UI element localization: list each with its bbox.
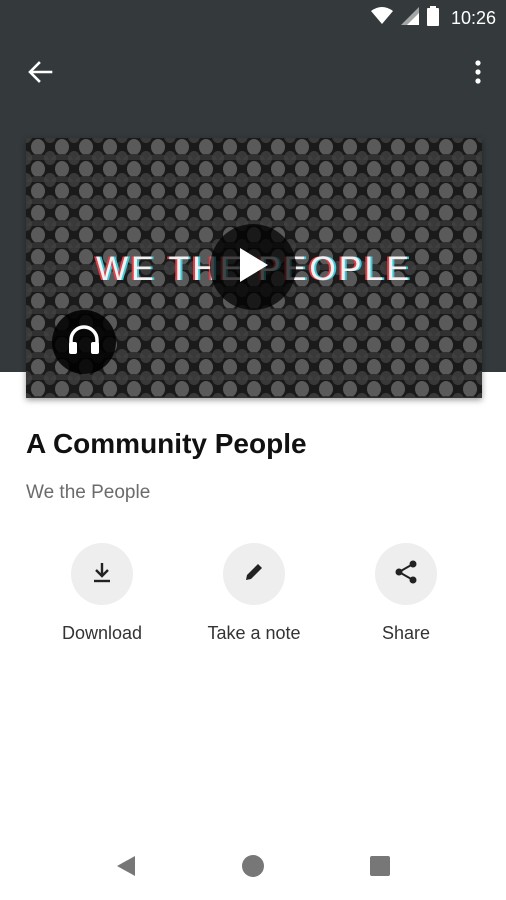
show-name[interactable]: We the People: [26, 482, 150, 504]
download-button[interactable]: [71, 543, 133, 605]
top-app-bar: [0, 50, 506, 98]
action-row: Download Take a note Share: [26, 543, 482, 653]
share-icon: [393, 559, 419, 590]
pencil-icon: [242, 560, 266, 589]
system-navigation-bar: [0, 836, 506, 900]
take-note-action[interactable]: Take a note: [178, 543, 330, 644]
nav-back-icon: [115, 854, 137, 883]
nav-home-button[interactable]: [239, 854, 267, 882]
download-action[interactable]: Download: [26, 543, 178, 644]
signal-icon: [400, 6, 419, 30]
take-note-button[interactable]: [223, 543, 285, 605]
nav-home-icon: [241, 854, 265, 883]
back-button[interactable]: [20, 58, 60, 90]
more-vert-icon: [475, 59, 481, 89]
wifi-icon: [370, 6, 393, 30]
episode-title: A Community People: [26, 428, 307, 459]
play-icon: [236, 246, 270, 289]
more-options-button[interactable]: [466, 58, 490, 90]
episode-artwork: WE THE PEOPLE: [26, 138, 482, 398]
battery-icon: [426, 5, 439, 31]
status-bar: 10:26: [0, 0, 506, 38]
arrow-left-icon: [27, 60, 53, 88]
nav-recents-icon: [369, 855, 391, 882]
share-button[interactable]: [375, 543, 437, 605]
headphones-icon: [67, 324, 101, 361]
clock: 10:26: [450, 7, 496, 28]
play-button[interactable]: [210, 224, 296, 310]
take-note-label: Take a note: [207, 623, 301, 643]
audio-badge: [52, 310, 116, 374]
share-action[interactable]: Share: [330, 543, 482, 644]
download-label: Download: [61, 623, 143, 643]
nav-recents-button[interactable]: [366, 854, 394, 882]
download-icon: [90, 560, 114, 589]
status-icons: 10:26: [370, 5, 496, 31]
nav-back-button[interactable]: [112, 854, 140, 882]
share-label: Share: [381, 623, 431, 643]
